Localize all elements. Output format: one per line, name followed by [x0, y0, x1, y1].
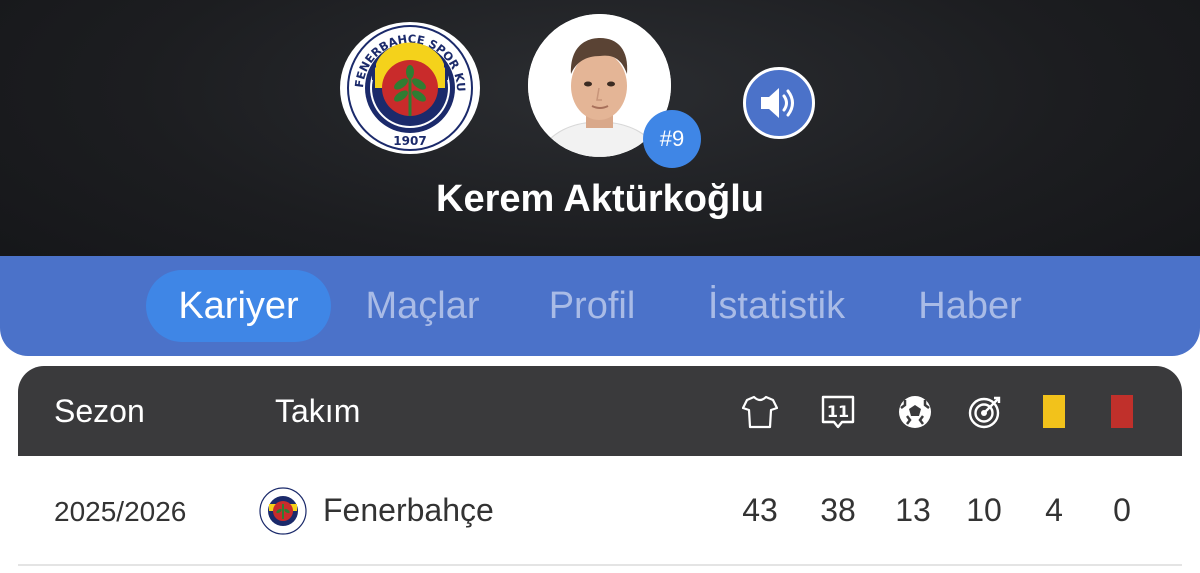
table-header: Sezon Takım 11 — [18, 366, 1182, 456]
fenerbahce-crest-icon: FENERBAHÇE SPOR KULÜBÜ 1907 — [343, 24, 473, 151]
speaker-icon — [761, 88, 794, 118]
tab-bar: Kariyer Maçlar Profil İstatistik Haber — [0, 256, 1200, 356]
ball-icon — [897, 394, 933, 430]
crest-year: 1907 — [393, 134, 426, 148]
team-logo[interactable]: FENERBAHÇE SPOR KULÜBÜ 1907 — [340, 22, 480, 154]
stat-goals: 13 — [895, 492, 931, 528]
tab-istatistik[interactable]: İstatistik — [684, 270, 869, 342]
target-icon — [967, 394, 1003, 430]
tab-profil[interactable]: Profil — [530, 270, 654, 342]
row-team: Fenerbahçe — [323, 492, 494, 528]
shirt-number-badge: #9 — [643, 110, 701, 168]
column-season: Sezon — [54, 393, 145, 429]
row-season: 2025/2026 — [54, 496, 187, 527]
player-name: Kerem Aktürkoğlu — [436, 178, 764, 220]
svg-text:11: 11 — [827, 402, 849, 421]
tab-kariyer[interactable]: Kariyer — [146, 270, 331, 342]
stat-assists: 10 — [966, 492, 1002, 528]
tab-haber[interactable]: Haber — [900, 270, 1040, 342]
yellow-card-icon — [1036, 394, 1072, 430]
shirt-icon — [742, 394, 778, 430]
red-card-icon — [1104, 394, 1140, 430]
stat-starts: 38 — [820, 492, 856, 528]
table-row[interactable]: 2025/2026 Fenerbahçe 43 38 13 10 4 0 — [18, 456, 1182, 566]
player-page: FENERBAHÇE SPOR KULÜBÜ 1907 — [0, 0, 1200, 573]
career-table: Sezon Takım 11 2025/2026 Fenerbahçe 43 3… — [18, 366, 1182, 573]
stat-red-cards: 0 — [1113, 492, 1131, 528]
team-crest-small-icon — [258, 487, 308, 535]
stat-appearances: 43 — [742, 492, 778, 528]
column-team: Takım — [275, 393, 361, 429]
player-header: FENERBAHÇE SPOR KULÜBÜ 1907 — [0, 0, 1200, 300]
sound-button[interactable] — [743, 67, 815, 139]
lineup-icon: 11 — [820, 394, 856, 430]
stat-yellow-cards: 4 — [1045, 492, 1063, 528]
tab-maclar[interactable]: Maçlar — [345, 270, 500, 342]
